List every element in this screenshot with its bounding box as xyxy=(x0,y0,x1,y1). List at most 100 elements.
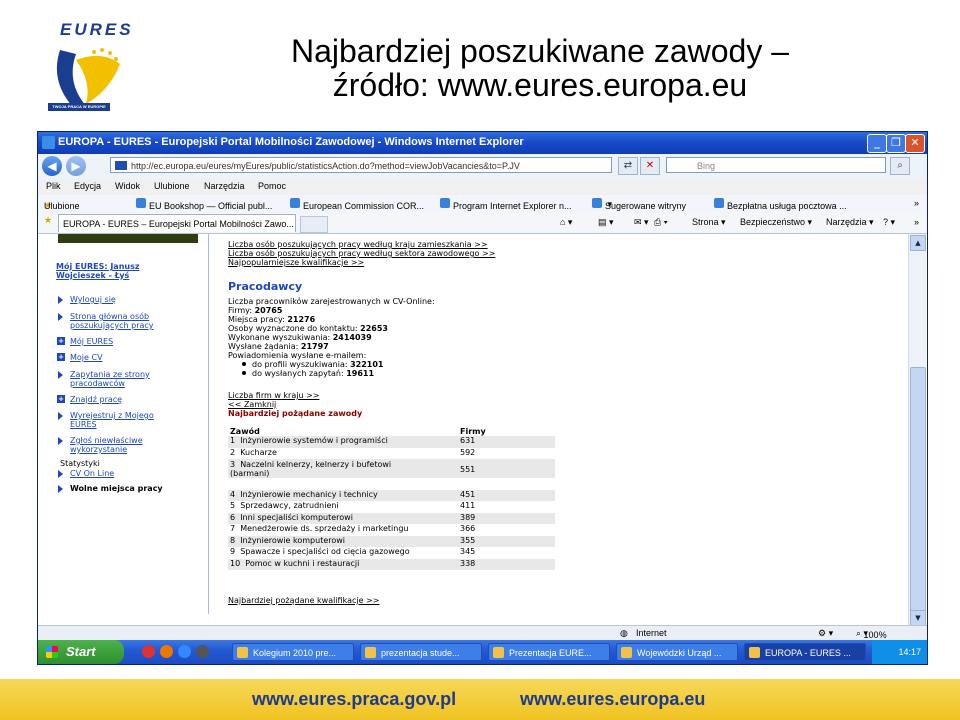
new-tab-button[interactable] xyxy=(300,216,328,233)
forward-button[interactable]: ▶ xyxy=(66,156,86,176)
bullet-icon xyxy=(58,412,63,420)
quicklaunch-icon[interactable] xyxy=(178,645,191,658)
link-jobseekers-by-country[interactable]: Liczba osób poszukujących pracy według k… xyxy=(228,240,488,249)
chevron-right-icon[interactable]: » xyxy=(914,217,919,227)
quicklaunch-icon[interactable] xyxy=(142,645,155,658)
menu-tools[interactable]: Narzędzia xyxy=(204,181,245,191)
mail-icon[interactable]: ✉ ▾ xyxy=(634,217,649,228)
tab-eures[interactable]: EUROPA - EURES – Europejski Portal Mobil… xyxy=(58,214,296,232)
scroll-up-icon[interactable]: ▲ xyxy=(910,235,926,251)
page-icon xyxy=(440,198,450,208)
command-page[interactable]: Strona ▾ xyxy=(692,217,726,228)
browser-window: EUROPA - EURES - Europejski Portal Mobil… xyxy=(37,131,928,665)
bullet-icon xyxy=(58,371,63,379)
sidebar: Mój EURES: Janusz Wojcieszek - Łyś Wylog… xyxy=(38,234,214,626)
fav-item-european-commission[interactable]: European Commission COR... xyxy=(290,198,424,211)
zone-label: Internet xyxy=(636,628,667,638)
sidebar-section-statistics: Statystyki xyxy=(60,459,100,468)
globe-icon: ◍ xyxy=(620,628,628,638)
fav-item-suggested-sites[interactable]: Sugerowane witryny ▾ xyxy=(592,198,686,211)
minimize-button[interactable]: _ xyxy=(867,134,887,153)
close-button[interactable]: ✕ xyxy=(905,134,925,153)
vertical-scrollbar[interactable]: ▲ ▼ xyxy=(908,234,926,626)
search-input[interactable]: Bing xyxy=(666,157,886,173)
fav-item-ie-program[interactable]: Program Internet Explorer n... xyxy=(440,198,572,211)
menu-favorites[interactable]: Ulubione xyxy=(154,181,190,191)
table-row: 6 Inni specjaliści komputerowi 389 xyxy=(228,512,555,524)
col-header-firms: Firmy xyxy=(460,426,486,436)
link-firms-by-country[interactable]: Liczba firm w kraju >> xyxy=(228,391,319,400)
stop-icon[interactable]: ✕ xyxy=(640,157,660,175)
back-button[interactable]: ◀ xyxy=(42,156,62,176)
taskbar-button-kolegium[interactable]: Kolegium 2010 pre... xyxy=(232,643,354,661)
menu-edit[interactable]: Edycja xyxy=(74,181,101,191)
command-safety[interactable]: Bezpieczeństwo ▾ xyxy=(740,217,812,228)
menu-view[interactable]: Widok xyxy=(115,181,140,191)
bullet-icon xyxy=(58,313,63,321)
scroll-thumb[interactable] xyxy=(910,367,926,621)
url-input[interactable]: http://ec.europa.eu/eures/myEures/public… xyxy=(110,157,612,173)
maximize-button[interactable]: ❐ xyxy=(886,134,906,153)
notifications-label: Powiadomienia wysłane e-mailem: xyxy=(228,351,367,360)
slide-title: Najbardziej poszukiwane zawody – źródło:… xyxy=(190,34,890,102)
start-button[interactable]: Start xyxy=(38,640,124,664)
slide-footer: www.eures.praca.gov.pl www.eures.europa.… xyxy=(0,679,960,720)
link-popular-qualifications[interactable]: Najpopularniejsze kwalifikacje >> xyxy=(228,258,364,267)
home-icon[interactable]: ⌂ ▾ xyxy=(560,217,572,228)
print-icon[interactable]: ⎙ ▾ xyxy=(654,217,667,228)
sidebar-item-logout[interactable]: Wyloguj się xyxy=(70,295,116,304)
zoom-level[interactable]: ⌕ 100% ▾ xyxy=(856,628,887,640)
command-tools[interactable]: Narzędzia ▾ xyxy=(826,217,874,228)
occupations-table: Zawód Firmy 1 Inżynierowie systemów i pr… xyxy=(228,426,555,570)
taskbar-button-prezentacja-stude[interactable]: prezentacja stude... xyxy=(360,643,482,661)
status-bar: ◍ Internet ⚙ ▾ ⌕ 100% ▾ xyxy=(38,625,927,641)
footer-url-right: www.eures.europa.eu xyxy=(520,689,706,709)
taskbar-button-prezentacja-eures[interactable]: Prezentacja EURE... xyxy=(488,643,610,661)
search-icon[interactable]: ⌕ xyxy=(890,157,910,175)
stat-firms: Firmy: 20765 xyxy=(228,306,283,315)
feeds-icon[interactable]: ▤ ▾ xyxy=(598,217,614,228)
sidebar-item-vacancies[interactable]: Wolne miejsca pracy xyxy=(70,484,163,493)
quicklaunch-icon[interactable] xyxy=(196,645,209,658)
bullet-icon xyxy=(58,485,63,493)
table-row: 5 Sprzedawcy, zatrudnieni 411 xyxy=(230,501,476,510)
link-close[interactable]: << Zamknij xyxy=(228,400,276,409)
sidebar-item-my-cv[interactable]: Moje CV xyxy=(70,353,103,362)
link-wanted-qualifications[interactable]: Najbardziej pożądane kwalifikacje >> xyxy=(228,596,379,605)
plus-icon[interactable]: + xyxy=(57,353,65,361)
sidebar-item-unregister[interactable]: Wyrejestruj z Mojego EURES xyxy=(70,411,154,429)
help-icon[interactable]: ? ▾ xyxy=(883,217,895,228)
table-row: 8 Inżynierowie komputerowi 355 xyxy=(228,535,555,547)
sidebar-item-my-eures[interactable]: Mój EURES xyxy=(70,337,113,346)
fav-item-free-mail[interactable]: Bezpłatna usługa pocztowa ... xyxy=(714,198,847,211)
menu-help[interactable]: Pomoc xyxy=(258,181,286,191)
plus-icon[interactable]: + xyxy=(57,337,65,345)
quicklaunch-icon[interactable] xyxy=(160,645,173,658)
fav-item-eu-bookshop[interactable]: EU Bookshop — Official publ... xyxy=(136,198,272,211)
page-icon xyxy=(714,198,724,208)
section-heading: Pracodawcy xyxy=(228,280,303,293)
refresh-icon[interactable]: ⇄ xyxy=(618,157,638,175)
protected-mode-icon[interactable]: ⚙ ▾ xyxy=(818,628,833,639)
user-link[interactable]: Mój EURES: Janusz Wojcieszek - Łyś xyxy=(56,262,176,280)
plus-icon[interactable]: + xyxy=(57,395,65,403)
sidebar-item-employer-requests[interactable]: Zapytania ze strony pracodawców xyxy=(70,370,150,388)
sidebar-item-cv-online[interactable]: CV On Line xyxy=(70,469,114,478)
page-icon xyxy=(136,198,146,208)
page-icon xyxy=(290,198,300,208)
favorites-star-icon[interactable]: ★ xyxy=(44,216,52,226)
slide-title-line1: Najbardziej poszukiwane zawody – xyxy=(290,33,790,69)
link-jobseekers-by-sector[interactable]: Liczba osób poszukujących pracy według s… xyxy=(228,249,495,258)
slide-title-line2: źródło: www.eures.europa.eu xyxy=(332,67,748,103)
sidebar-item-find-job[interactable]: Znajdź pracę xyxy=(70,395,122,404)
footer-url-left: www.eures.praca.gov.pl xyxy=(252,689,457,709)
logo-text: EURES xyxy=(60,20,134,39)
menu-file[interactable]: Plik xyxy=(46,181,61,191)
taskbar-button-wojewodzki[interactable]: Wojewódzki Urząd ... xyxy=(616,643,738,661)
scroll-down-icon[interactable]: ▼ xyxy=(910,610,926,626)
sidebar-item-report-abuse[interactable]: Zgłoś niewłaściwe wykorzystanie xyxy=(70,436,143,454)
chevron-right-icon[interactable]: » xyxy=(914,198,919,208)
table-row: 1 Inżynierowie systemów i programiści 631 xyxy=(228,436,555,448)
sidebar-item-jobseeker-home[interactable]: Strona główna osób poszukujących pracy xyxy=(70,312,154,330)
taskbar-button-europa-eures[interactable]: EUROPA - EURES ... xyxy=(744,643,866,661)
